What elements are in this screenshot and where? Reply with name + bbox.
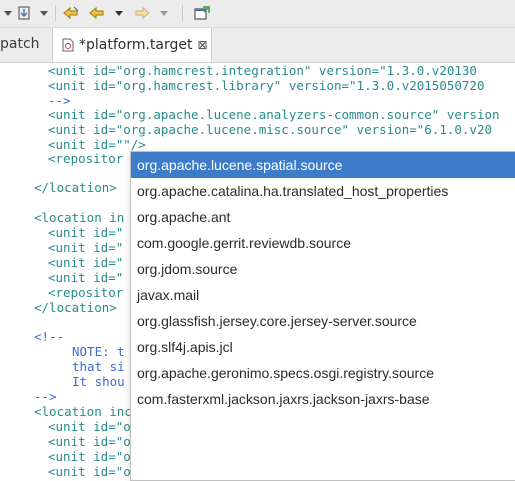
code-line: <unit id=" [48,225,124,240]
code-line: <repositor [48,151,124,166]
back-to-edit-location-icon[interactable] [62,4,80,22]
code-line: <location in [34,210,125,225]
pin-icon[interactable] [16,4,32,22]
autocomplete-item[interactable]: org.glassfish.jersey.core.jersey-server.… [131,308,515,334]
autocomplete-item[interactable]: com.google.gerrit.reviewdb.source [131,230,515,256]
autocomplete-item[interactable]: org.slf4j.apis.jcl [131,334,515,360]
target-file-icon [62,38,74,52]
code-line: <unit id="org.hamcrest.integration" vers… [48,63,477,78]
tab-patch[interactable]: patch [0,36,40,52]
history-menu-icon[interactable] [38,4,50,22]
code-line: NOTE: t [72,344,125,359]
external-window-icon[interactable] [193,4,211,22]
code-line: </location> [34,300,117,315]
autocomplete-item[interactable]: org.apache.catalina.ha.translated_host_p… [131,178,515,204]
code-line: </location> [34,180,117,195]
autocomplete-item[interactable]: com.fasterxml.jackson.jaxrs.jackson-jaxr… [131,386,515,412]
toolbar-separator [55,5,56,21]
autocomplete-item[interactable]: org.apache.lucene.spatial.source [131,152,515,178]
tab-close-icon[interactable]: ⊠ [198,38,208,52]
autocomplete-item[interactable]: javax.mail [131,282,515,308]
code-line: <repositor [48,285,124,300]
code-line: <unit id="org.hamcrest.library" version=… [48,78,485,93]
toolbar-separator [182,5,183,21]
code-line: <!-- [34,329,65,344]
code-line: <unit id=""/> [48,137,146,152]
code-line: that si [72,359,125,374]
code-line: It shou [72,374,125,389]
main-toolbar [0,0,515,28]
tab-label: *platform.target [79,37,193,53]
forward-icon[interactable] [133,4,151,22]
code-line: <unit id="org.apache.lucene.misc.source"… [48,122,493,137]
tab-platform-target[interactable]: *platform.target ⊠ [52,28,212,62]
code-line: --> [34,389,57,404]
code-line: <unit id=" [48,255,124,270]
back-dropdown-icon[interactable] [113,4,125,22]
autocomplete-item[interactable]: org.jdom.source [131,256,515,282]
autocomplete-item[interactable]: org.apache.ant [131,204,515,230]
forward-dropdown-icon[interactable] [158,4,170,22]
autocomplete-item[interactable]: org.apache.geronimo.specs.osgi.registry.… [131,360,515,386]
code-line: <unit id=" [48,270,124,285]
back-icon[interactable] [88,4,106,22]
code-line: <unit id=" [48,240,124,255]
editor-tab-bar: patch *platform.target ⊠ [0,28,515,63]
history-dropdown-icon[interactable] [2,4,14,22]
code-line: <unit id="org.apache.lucene.analyzers-co… [48,107,500,122]
code-line: --> [48,93,71,108]
autocomplete-popup: org.apache.lucene.spatial.source org.apac… [130,151,515,481]
